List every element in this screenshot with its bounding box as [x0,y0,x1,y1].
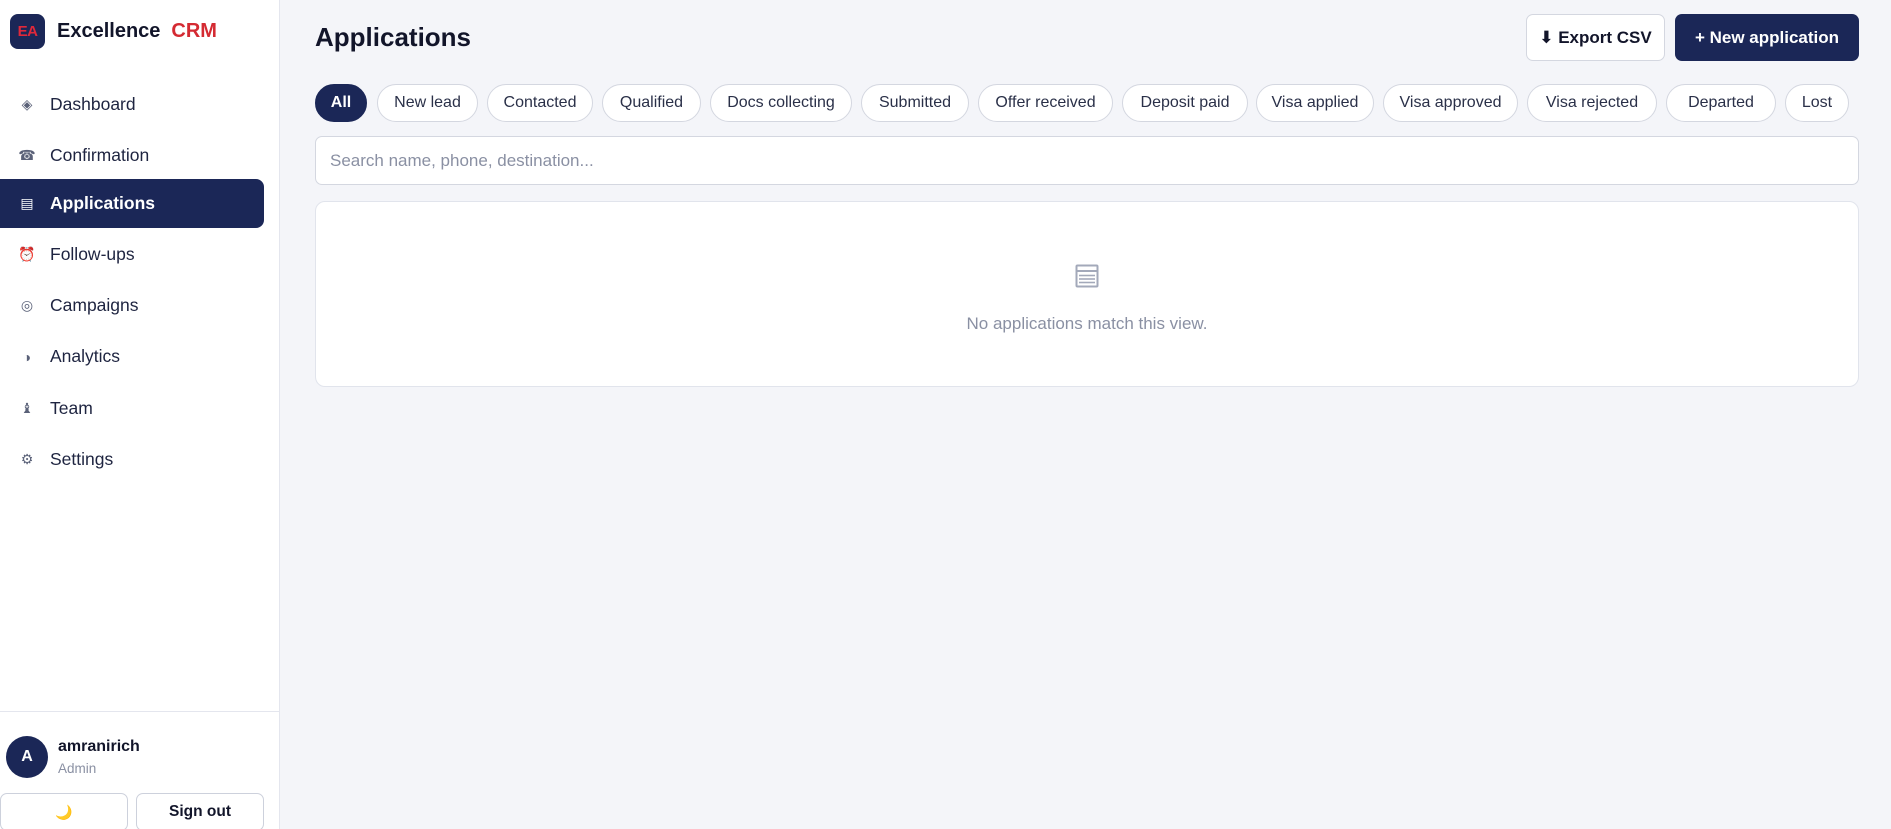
sidebar-item-confirmation[interactable]: ☎ Confirmation [0,131,264,180]
filter-chip-deposit-paid[interactable]: Deposit paid [1122,84,1248,122]
sidebar-item-label: Campaigns [50,295,139,315]
filter-chip-contacted[interactable]: Contacted [487,84,593,122]
sidebar-item-analytics[interactable]: ◑ Analytics [0,332,264,381]
search-input[interactable] [315,136,1859,185]
list-icon [316,264,1858,288]
sidebar-item-label: Settings [50,449,114,469]
brand-name: Excellence [57,20,161,42]
diamond-icon: ◈ [21,96,33,112]
sidebar-item-label: Dashboard [50,94,136,114]
filter-chip-all[interactable]: All [315,84,367,122]
filter-chip-new-lead[interactable]: New lead [377,84,478,122]
applications-empty-state: No applications match this view. [315,201,1859,387]
sidebar-item-campaigns[interactable]: ◎ Campaigns [0,281,264,330]
theme-toggle-button[interactable]: 🌙 [0,793,128,829]
sidebar-item-label: Follow-ups [50,244,135,264]
filter-chip-visa-applied[interactable]: Visa applied [1256,84,1374,122]
user-panel: A amranirich Admin 🌙 Sign out [0,711,280,829]
phone-icon: ☎ [18,147,36,163]
brand-accent: CRM [171,20,217,42]
filter-chip-departed[interactable]: Departed [1666,84,1776,122]
filter-chip-offer-received[interactable]: Offer received [978,84,1113,122]
filter-chip-visa-rejected[interactable]: Visa rejected [1527,84,1657,122]
person-icon: ♝ [20,400,34,416]
sidebar-item-applications[interactable]: ▤ Applications [0,179,264,228]
filter-chip-docs-collecting[interactable]: Docs collecting [710,84,852,122]
moon-icon: 🌙 [55,803,73,820]
alarm-clock-icon: ⏰ [18,246,36,262]
sidebar-item-label: Applications [50,193,156,213]
target-icon: ◎ [20,297,34,313]
sidebar-item-settings[interactable]: ⚙ Settings [0,435,264,484]
filter-chip-qualified[interactable]: Qualified [602,84,701,122]
filter-chip-visa-approved[interactable]: Visa approved [1383,84,1518,122]
brand[interactable]: EA Excellence CRM [10,14,217,49]
filter-chip-lost[interactable]: Lost [1785,84,1849,122]
user-role: Admin [58,761,97,776]
new-application-button[interactable]: + New application [1675,14,1859,61]
sidebar-item-follow-ups[interactable]: ⏰ Follow-ups [0,230,264,279]
page-title: Applications [315,22,472,52]
sidebar-item-label: Analytics [50,346,121,366]
sign-out-button[interactable]: Sign out [136,793,264,829]
half-circle-icon: ◑ [22,348,32,365]
empty-state-message: No applications match this view. [966,314,1208,333]
sidebar-item-team[interactable]: ♝ Team [0,384,264,433]
sidebar-item-label: Team [50,398,93,418]
sidebar-item-dashboard[interactable]: ◈ Dashboard [0,80,264,129]
sidebar-item-label: Confirmation [50,145,150,165]
list-icon: ▤ [20,195,34,211]
gear-icon: ⚙ [20,451,34,467]
avatar: A [6,736,48,778]
brand-logo: EA [10,14,45,49]
filter-chip-submitted[interactable]: Submitted [861,84,969,122]
sidebar: EA Excellence CRM ◈ Dashboard ☎ Confirma… [0,0,280,829]
export-csv-button[interactable]: ⬇ Export CSV [1526,14,1665,61]
user-name: amranirich [58,738,140,755]
